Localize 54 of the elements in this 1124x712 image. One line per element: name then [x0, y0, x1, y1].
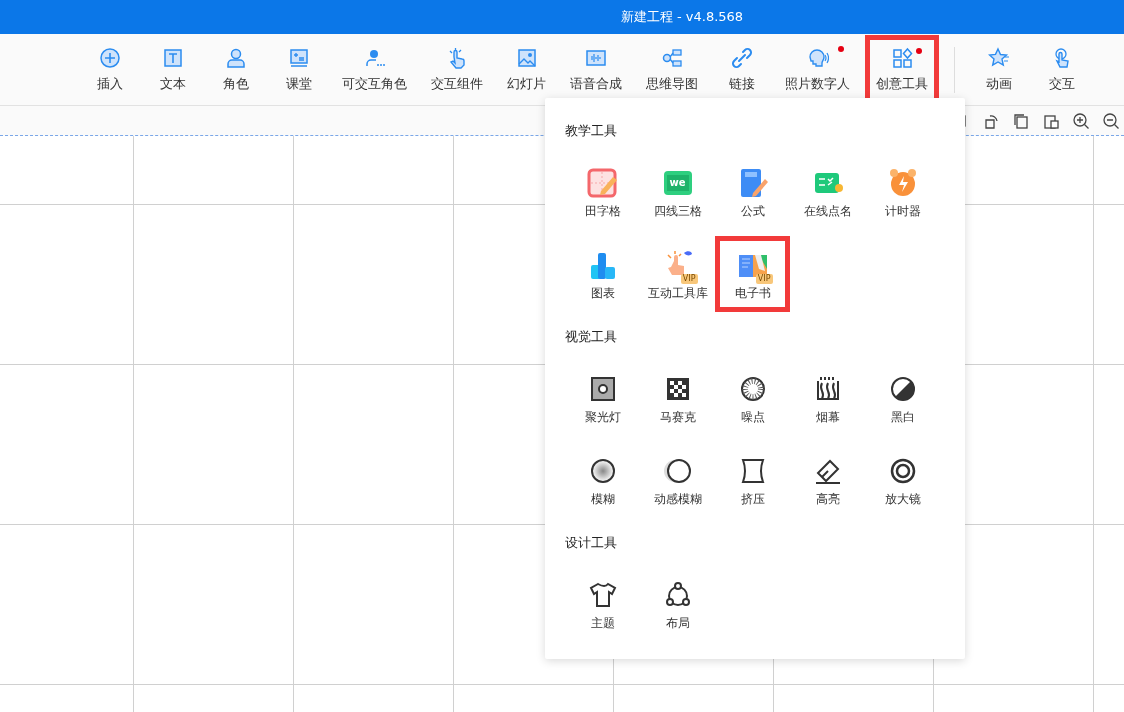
- grid-pencil-icon: [586, 166, 619, 199]
- tool-item[interactable]: 动感模糊: [640, 442, 715, 518]
- toolbar-button[interactable]: 交互组件: [422, 34, 492, 105]
- toolbar-button[interactable]: 照片数字人: [776, 34, 859, 105]
- section-title: 设计工具: [565, 534, 618, 552]
- copy-icon[interactable]: [1012, 111, 1030, 130]
- image-icon: [515, 46, 538, 69]
- toolbar-button[interactable]: 思维导图: [637, 34, 707, 105]
- toolbar-button[interactable]: 插入: [81, 34, 138, 105]
- tool-item[interactable]: 布局: [640, 566, 715, 642]
- tool-item[interactable]: 计时器: [865, 154, 940, 230]
- section-title: 教学工具: [565, 122, 618, 140]
- zoom-in-icon[interactable]: [1072, 111, 1090, 130]
- text-icon: [161, 46, 184, 69]
- toolbar-button[interactable]: 链接: [713, 34, 770, 105]
- tool-item[interactable]: 聚光灯: [565, 360, 640, 436]
- toolbar-button[interactable]: 文本: [144, 34, 201, 105]
- tool-item[interactable]: 噪点: [715, 360, 790, 436]
- tool-item[interactable]: 高亮: [790, 442, 865, 518]
- link-icon: [730, 46, 753, 69]
- window-title: 新建工程 - v4.8.568: [620, 8, 744, 26]
- toolbar-button[interactable]: 语音合成: [561, 34, 631, 105]
- vip-badge: VIP: [755, 273, 773, 284]
- plus-icon: [98, 46, 121, 69]
- talking-head-icon: [806, 46, 829, 69]
- grid-shapes-icon: [891, 46, 913, 69]
- toolbar-button[interactable]: 动画: [970, 34, 1027, 105]
- tool-item[interactable]: we 四线三格: [640, 154, 715, 230]
- star-icon: [987, 46, 1010, 69]
- toolbar-button[interactable]: 角色: [207, 34, 264, 105]
- person-icon: [224, 46, 247, 69]
- tool-item[interactable]: 模糊: [565, 442, 640, 518]
- vip-badge: VIP: [680, 273, 698, 284]
- tool-item[interactable]: 公式: [715, 154, 790, 230]
- toolbar-button[interactable]: 交互: [1033, 34, 1090, 105]
- icon-label: we: [668, 176, 687, 189]
- tool-item[interactable]: 在线点名: [790, 154, 865, 230]
- tool-item[interactable]: 田字格: [565, 154, 640, 230]
- tool-item[interactable]: 挤压: [715, 442, 790, 518]
- tool-item[interactable]: 烟幕: [790, 360, 865, 436]
- toolbar-button[interactable]: 幻灯片: [498, 34, 555, 105]
- board-icon: [287, 46, 310, 69]
- tool-item[interactable]: 放大镜: [865, 442, 940, 518]
- tool-item[interactable]: 马赛克: [640, 360, 715, 436]
- tool-item[interactable]: 图表: [565, 236, 640, 312]
- tool-item[interactable]: VIP 电子书: [715, 236, 790, 312]
- tool-item[interactable]: VIP 互动工具库: [640, 236, 715, 312]
- toolbar-button[interactable]: 课堂: [270, 34, 327, 105]
- mindmap-icon: [661, 46, 683, 69]
- tool-item[interactable]: 黑白: [865, 360, 940, 436]
- tool-item[interactable]: 主题: [565, 566, 640, 642]
- section-title: 视觉工具: [565, 328, 618, 346]
- toolbar-button[interactable]: 可交互角色: [333, 34, 416, 105]
- zoom-out-icon[interactable]: [1102, 111, 1120, 130]
